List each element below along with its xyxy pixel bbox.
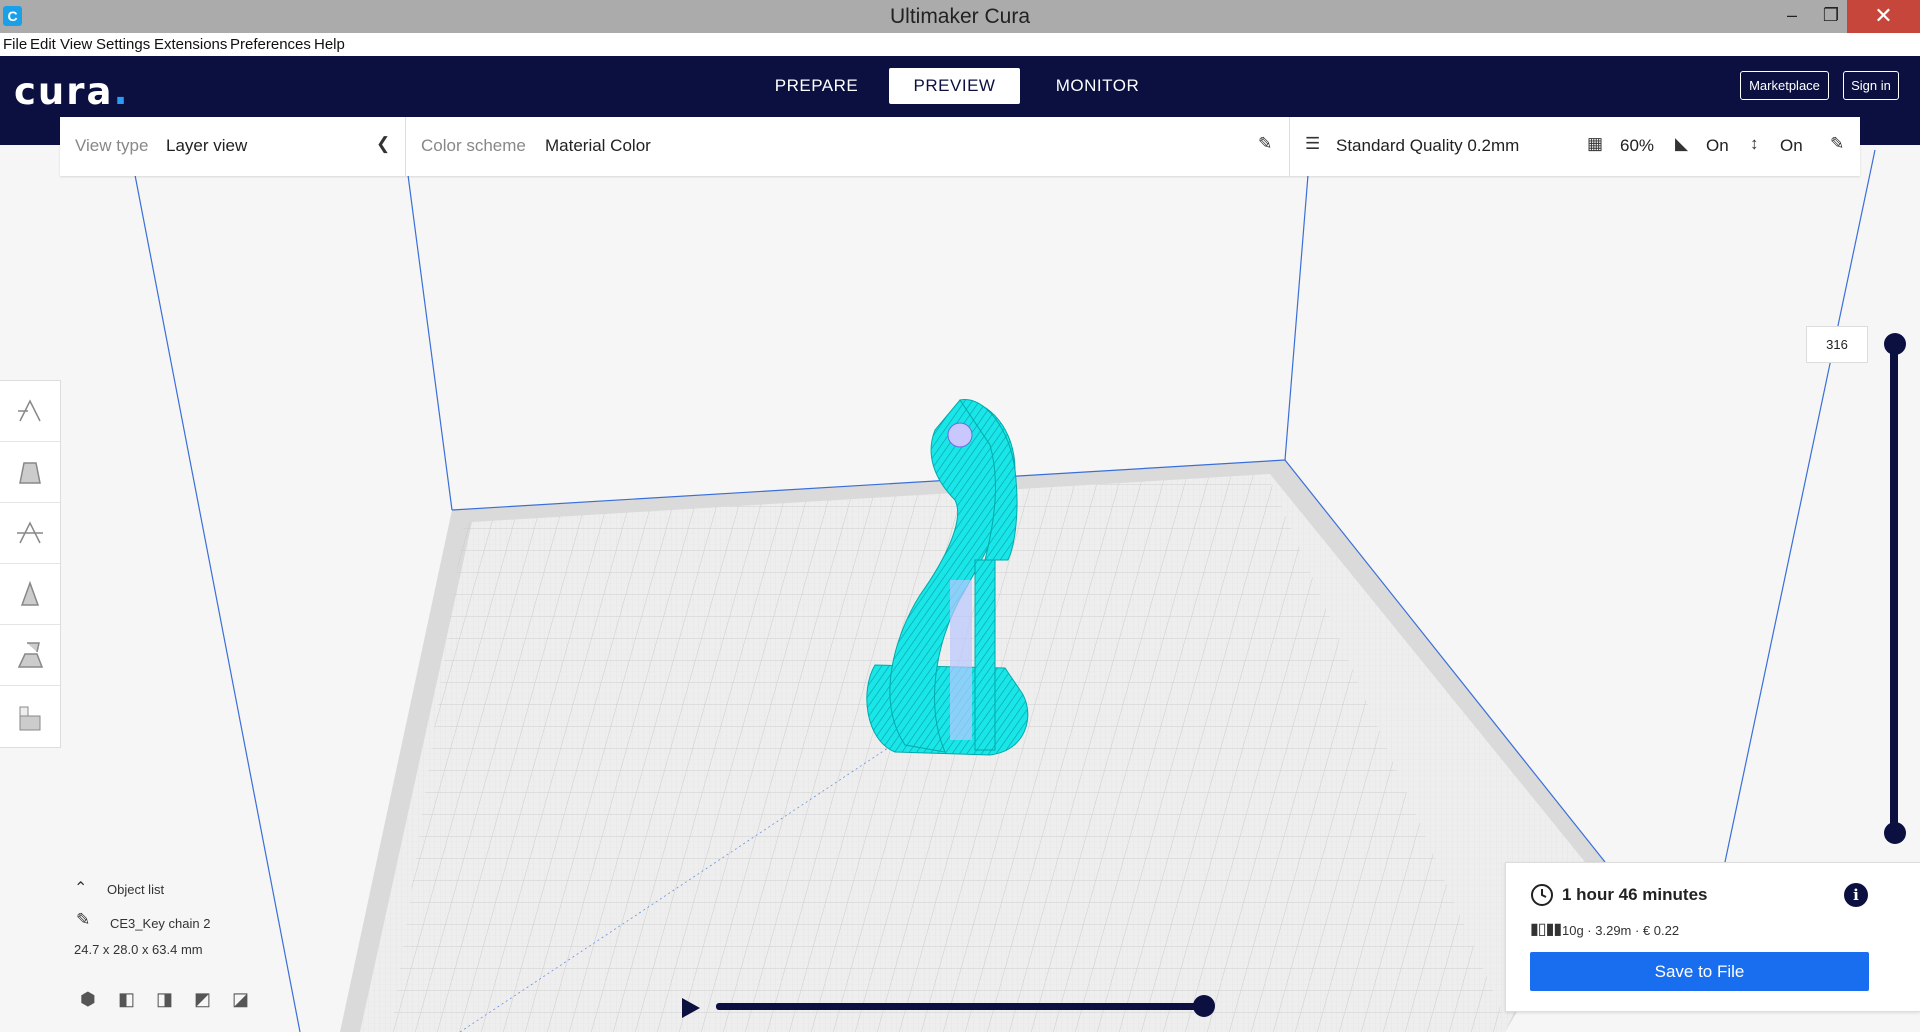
play-button[interactable] [679, 996, 703, 1020]
chevron-up-icon: ⌃ [74, 880, 88, 897]
mirror-tool-button[interactable] [0, 564, 60, 625]
support-value[interactable]: On [1706, 136, 1729, 156]
scale-tool-button[interactable] [0, 442, 60, 503]
menu-file[interactable]: File [3, 36, 27, 53]
clock-icon [1531, 884, 1553, 906]
profile-icon: ☰ [1305, 134, 1321, 153]
sign-in-button[interactable]: Sign in [1843, 71, 1899, 100]
adhesion-icon: ↕ [1750, 134, 1759, 153]
layer-slider-top-handle[interactable] [1884, 333, 1906, 355]
window-title: Ultimaker Cura [889, 5, 1031, 28]
right-view-button[interactable]: ◪ [232, 989, 249, 1010]
menu-extensions[interactable]: Extensions [154, 36, 227, 53]
per-model-settings-icon [17, 642, 44, 668]
rotate-tool-button[interactable] [0, 503, 60, 564]
color-scheme-select[interactable]: Material Color [545, 136, 651, 156]
profile-select[interactable]: Standard Quality 0.2mm [1336, 136, 1519, 156]
pencil-icon[interactable]: ✎ [76, 910, 90, 930]
menu-edit[interactable]: Edit [30, 36, 56, 53]
color-scheme-label: Color scheme [421, 136, 526, 155]
cura-app-icon: C [3, 6, 22, 26]
menu-preferences[interactable]: Preferences [230, 36, 311, 53]
print-time: 1 hour 46 minutes [1562, 885, 1708, 904]
support-blocker-button[interactable] [0, 686, 60, 747]
edit-settings-icon[interactable]: ✎ [1830, 134, 1844, 154]
view-toolbar: View type Layer view ❮ Color scheme Mate… [60, 117, 1860, 176]
move-icon [18, 399, 41, 422]
object-dimensions: 24.7 x 28.0 x 63.4 mm [74, 942, 203, 957]
view-type-select[interactable]: Layer view [166, 136, 247, 156]
view-type-label: View type [75, 136, 149, 155]
support-blocker-icon [19, 706, 41, 730]
tab-monitor[interactable]: MONITOR [1032, 68, 1163, 104]
menu-settings[interactable]: Settings [96, 36, 150, 53]
timeline-handle[interactable] [1193, 995, 1215, 1017]
pencil-icon[interactable]: ✎ [1258, 134, 1272, 154]
menu-help[interactable]: Help [314, 36, 345, 53]
menu-view[interactable]: View [60, 36, 92, 53]
rotate-icon [17, 521, 43, 544]
menu-bar: File Edit View Settings Extensions Prefe… [0, 33, 1920, 56]
infill-value[interactable]: 60% [1620, 136, 1654, 156]
tool-panel [0, 380, 61, 748]
info-icon[interactable]: i [1844, 883, 1868, 907]
print-info-panel: 1 hour 46 minutes i ▮▯▮▮ 10g · 3.29m · €… [1505, 862, 1920, 1012]
cura-logo: cura. [14, 70, 130, 113]
adhesion-value[interactable]: On [1780, 136, 1803, 156]
chevron-left-icon[interactable]: ❮ [376, 134, 390, 154]
front-view-button[interactable]: ◧ [118, 989, 135, 1010]
move-tool-button[interactable] [0, 381, 60, 442]
infill-icon: ▦ [1587, 134, 1604, 153]
left-view-button[interactable]: ◩ [194, 989, 211, 1010]
save-to-file-button[interactable]: Save to File [1530, 952, 1869, 991]
marketplace-button[interactable]: Marketplace [1740, 71, 1829, 100]
3d-view-button[interactable]: ⬢ [80, 989, 96, 1010]
top-view-button[interactable]: ◨ [156, 989, 173, 1010]
scale-icon [19, 462, 41, 484]
object-name[interactable]: CE3_Key chain 2 [110, 916, 210, 931]
material-estimate: 10g · 3.29m · € 0.22 [1562, 923, 1680, 938]
close-button[interactable]: ✕ [1847, 0, 1920, 33]
tab-prepare[interactable]: PREPARE [751, 68, 882, 104]
per-model-settings-button[interactable] [0, 625, 60, 686]
support-icon: ◣ [1675, 134, 1689, 153]
simulation-timeline[interactable] [716, 1003, 1206, 1010]
object-list-title: Object list [107, 882, 165, 897]
layer-number[interactable]: 316 [1806, 326, 1868, 363]
layer-slider-bottom-handle[interactable] [1884, 822, 1906, 844]
layer-slider[interactable] [1890, 342, 1898, 835]
spool-icon: ▮▯▮▮ [1530, 921, 1562, 938]
title-bar: C Ultimaker Cura – ❐ ✕ [0, 0, 1920, 33]
mirror-icon [20, 580, 40, 606]
tab-preview[interactable]: PREVIEW [889, 68, 1020, 104]
